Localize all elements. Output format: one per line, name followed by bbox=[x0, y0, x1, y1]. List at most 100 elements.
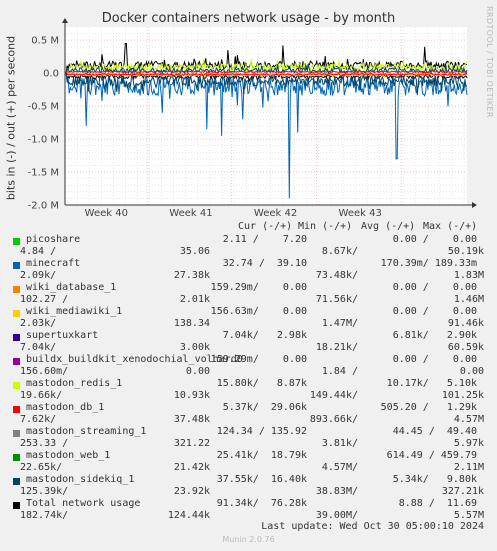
legend-line2-a: 7.04k/ bbox=[20, 342, 57, 353]
legend-line2-b: 10.93k bbox=[173, 390, 210, 401]
legend-swatch bbox=[13, 334, 20, 341]
y-axis-arrow bbox=[62, 18, 68, 23]
legend-line2-d: 4.57M bbox=[453, 414, 484, 425]
x-tick-label: Week 43 bbox=[339, 208, 382, 219]
legend-series-name: minecraft bbox=[26, 258, 81, 269]
legend-line2-c: 71.56k/ bbox=[315, 294, 358, 305]
y-tick-label: 0.0 bbox=[43, 69, 59, 80]
legend-swatch bbox=[13, 502, 20, 509]
legend-line2-a: 125.39k/ bbox=[20, 486, 69, 497]
legend-header-cur: Cur (-/+) bbox=[238, 221, 293, 232]
legend-header-min: Min (-/+) bbox=[298, 221, 353, 232]
legend-line2-b: 138.34 bbox=[173, 318, 210, 329]
legend-cur-min: 5.37k/ 29.06k bbox=[222, 402, 307, 413]
legend-line2-a: 253.33 / bbox=[20, 438, 69, 449]
legend-cur-min: 15.80k/ 8.87k bbox=[216, 378, 307, 389]
legend-line2-a: 182.74k/ bbox=[20, 510, 69, 521]
legend-avg-max: 44.45 / 49.40 bbox=[374, 426, 477, 437]
legend-swatch bbox=[13, 358, 20, 365]
legend-series-name: picoshare bbox=[26, 234, 81, 245]
legend-line2-b: 35.06 bbox=[179, 246, 210, 257]
legend-cur-min: 159.29m/ 0.00 bbox=[210, 354, 307, 365]
legend-line2-c: 73.48k/ bbox=[315, 270, 358, 281]
legend-item: supertuxkart 7.04k/ 2.98k 6.81k/ 2.90k 7.0… bbox=[0, 330, 497, 354]
legend-line2-b: 21.42k bbox=[173, 462, 210, 473]
legend-avg-max: 505.20 / 1.29k bbox=[368, 402, 477, 413]
legend-line2-d: 327.21k bbox=[441, 486, 484, 497]
legend: Cur (-/+) Min (-/+) Avg (-/+) Max (-/+) … bbox=[0, 221, 497, 531]
legend-line2-d: 5.97k bbox=[453, 438, 484, 449]
y-tick-label: -1.5 M bbox=[28, 168, 59, 179]
legend-avg-max: 614.49 / 459.79 bbox=[374, 450, 477, 461]
legend-header-max: Max (-/+) bbox=[423, 221, 478, 232]
legend-swatch bbox=[13, 406, 20, 413]
legend-line2-b: 37.48k bbox=[173, 414, 210, 425]
legend-swatch bbox=[13, 454, 20, 461]
legend-line2-b: 27.38k bbox=[173, 270, 210, 281]
legend-series-name: supertuxkart bbox=[26, 330, 99, 341]
legend-series-name: mastodon_redis_1 bbox=[26, 378, 123, 389]
legend-line2-a: 19.66k/ bbox=[20, 390, 63, 401]
plot-area bbox=[65, 27, 467, 205]
y-tick-label: -1.0 M bbox=[28, 135, 59, 146]
legend-cur-min: 7.04k/ 2.98k bbox=[222, 330, 307, 341]
legend-line2-d: 50.19k bbox=[447, 246, 484, 257]
legend-item: mastodon_sidekiq_1 37.55k/ 16.40k 5.34k/ … bbox=[0, 474, 497, 498]
legend-line2-c: 893.66k/ bbox=[309, 414, 358, 425]
legend-swatch bbox=[13, 238, 20, 245]
legend-avg-max: 0.00 / 0.00 bbox=[368, 282, 477, 293]
legend-cur-min: 2.11 / 7.20 bbox=[222, 234, 307, 245]
legend-cur-min: 156.63m/ 0.00 bbox=[210, 306, 307, 317]
legend-line2-d: 1.83M bbox=[453, 270, 484, 281]
legend-line2-b: 3.00k bbox=[179, 342, 210, 353]
legend-line2-a: 22.65k/ bbox=[20, 462, 63, 473]
legend-swatch bbox=[13, 286, 20, 293]
legend-line2-d: 5.57M bbox=[453, 510, 484, 521]
legend-line2-c: 4.57M/ bbox=[321, 462, 358, 473]
legend-series-name: mastodon_streaming_1 bbox=[26, 426, 147, 437]
legend-item: minecraft 32.74 / 39.10 170.39m/ 189.33m 2… bbox=[0, 258, 497, 282]
legend-line2-a: 156.60m/ bbox=[20, 366, 69, 377]
legend-line2-c: 3.81k/ bbox=[321, 438, 358, 449]
legend-swatch bbox=[13, 310, 20, 317]
legend-line2-a: 2.09k/ bbox=[20, 270, 57, 281]
last-update: Last update: Wed Oct 30 05:00:10 2024 bbox=[261, 521, 484, 532]
munin-version: Munin 2.0.76 bbox=[222, 535, 275, 544]
legend-item: wiki_database_1 159.29m/ 0.00 0.00 / 0.00… bbox=[0, 282, 497, 306]
legend-line2-d: 60.59k bbox=[447, 342, 484, 353]
legend-cur-min: 159.29m/ 0.00 bbox=[210, 282, 307, 293]
legend-series-name: mastodon_db_1 bbox=[26, 402, 105, 413]
x-tick-label: Week 41 bbox=[169, 208, 212, 219]
legend-header-avg: Avg (-/+) bbox=[361, 221, 416, 232]
legend-avg-max: 170.39m/ 189.33m bbox=[368, 258, 477, 269]
legend-line2-a: 2.03k/ bbox=[20, 318, 57, 329]
legend-avg-max: 5.34k/ 9.80k bbox=[374, 474, 477, 485]
legend-line2-b: 321.22 bbox=[173, 438, 210, 449]
y-tick-label: -0.5 M bbox=[28, 102, 59, 113]
legend-line2-d: 101.25k bbox=[441, 390, 484, 401]
chart-plot: 0.5 M 0.0 -0.5 M -1.0 M -1.5 M -2.0 M Week 40 W… bbox=[28, 18, 477, 219]
legend-series-name: mastodon_web_1 bbox=[26, 450, 111, 461]
legend-avg-max: 8.88 / 11.69 bbox=[380, 498, 477, 509]
legend-series-name: wiki_database_1 bbox=[26, 282, 117, 293]
legend-line2-c: 1.84 / bbox=[321, 366, 358, 377]
legend-line2-c: 18.21k/ bbox=[315, 342, 358, 353]
legend-line2-b: 2.01k bbox=[179, 294, 210, 305]
x-tick-label: Week 40 bbox=[85, 208, 128, 219]
legend-line2-c: 39.00M/ bbox=[315, 510, 358, 521]
legend-line2-b: 124.44k bbox=[167, 510, 210, 521]
legend-avg-max: 0.00 / 0.00 bbox=[368, 306, 477, 317]
legend-cur-min: 25.41k/ 18.79k bbox=[216, 450, 307, 461]
y-tick-label: -2.0 M bbox=[28, 201, 59, 212]
legend-swatch bbox=[13, 382, 20, 389]
legend-series-name: wiki_mediawiki_1 bbox=[26, 306, 123, 317]
legend-line2-b: 0.00 bbox=[185, 366, 210, 377]
legend-avg-max: 0.00 / 0.00 bbox=[368, 354, 477, 365]
legend-item: mastodon_web_1 25.41k/ 18.79k 614.49 / 45… bbox=[0, 450, 497, 474]
legend-avg-max: 10.17k/ 5.10k bbox=[368, 378, 477, 389]
legend-line2-d: 2.11M bbox=[453, 462, 484, 473]
legend-cur-min: 91.34k/ 76.28k bbox=[216, 498, 307, 509]
legend-item: picoshare 2.11 / 7.20 0.00 / 0.00 4.84 / 35… bbox=[0, 234, 497, 258]
legend-line2-c: 38.83M/ bbox=[315, 486, 358, 497]
legend-line2-b: 23.92k bbox=[173, 486, 210, 497]
